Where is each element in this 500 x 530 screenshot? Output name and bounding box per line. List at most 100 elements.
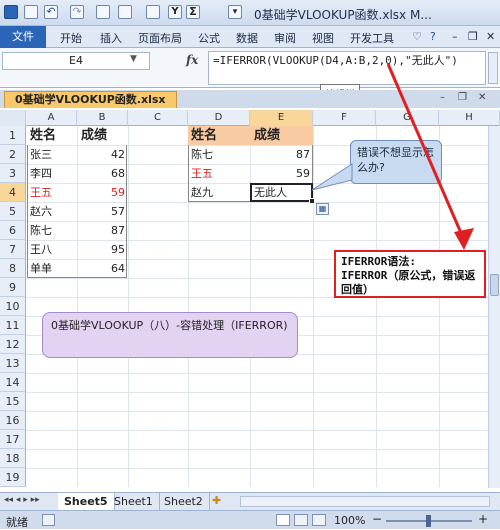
row-header[interactable]: 12 [0, 335, 26, 354]
tab-file[interactable]: 文件 [0, 26, 46, 48]
save-icon[interactable] [24, 5, 38, 19]
cell-name[interactable]: 王五 [191, 164, 213, 183]
row-header[interactable]: 11 [0, 316, 26, 335]
cell-e1[interactable]: 成绩 [254, 126, 280, 145]
row-header[interactable]: 3 [0, 164, 26, 183]
macro-record-icon[interactable] [42, 514, 55, 526]
close-icon[interactable]: ✕ [486, 30, 495, 43]
cell-score[interactable]: 68 [77, 164, 128, 183]
cell-b1[interactable]: 成绩 [81, 126, 107, 145]
row-header[interactable]: 8 [0, 259, 26, 278]
table-icon[interactable] [146, 5, 160, 19]
zoom-in-icon[interactable]: + [478, 512, 488, 526]
column-d[interactable]: D [188, 110, 250, 126]
customize-icon[interactable]: ▾ [228, 5, 242, 19]
copy-icon[interactable] [96, 5, 110, 19]
zoom-out-icon[interactable]: − [372, 512, 382, 526]
sheet-nav-icon[interactable]: ◂◂ ◂ ▸ ▸▸ [4, 495, 40, 505]
insert-function-icon[interactable]: fx [186, 53, 198, 67]
sheet-tab-sheet5[interactable]: Sheet5 [58, 493, 115, 510]
row-header[interactable]: 5 [0, 202, 26, 221]
column-f[interactable]: F [313, 110, 376, 126]
column-e[interactable]: E [250, 110, 313, 126]
row-header[interactable]: 18 [0, 449, 26, 468]
cell-score[interactable]: 57 [77, 202, 128, 221]
zoom-slider[interactable] [386, 515, 472, 527]
cell-score[interactable]: 42 [77, 145, 128, 164]
workbook-tab[interactable]: 0基础学VLOOKUP函数.xlsx [4, 91, 177, 108]
paste-options-icon[interactable]: ▦ [316, 203, 329, 215]
page-layout-view-icon[interactable] [294, 514, 308, 526]
help-icon[interactable]: ? [430, 30, 436, 43]
cell-score[interactable]: 64 [77, 259, 128, 278]
cell-score[interactable]: 59 [77, 183, 128, 202]
restore-icon[interactable]: ❐ [468, 30, 478, 43]
select-all-corner[interactable] [0, 110, 26, 126]
row-header[interactable]: 2 [0, 145, 26, 164]
row-header[interactable]: 15 [0, 392, 26, 411]
callout-pointer [311, 163, 353, 191]
row-header[interactable]: 19 [0, 468, 26, 487]
column-a[interactable]: A [26, 110, 77, 126]
syntax-title: IFERROR语法: [341, 255, 416, 268]
row-header[interactable]: 9 [0, 278, 26, 297]
cell-score[interactable]: 87 [77, 221, 128, 240]
row-header[interactable]: 10 [0, 297, 26, 316]
scroll-thumb[interactable] [490, 274, 499, 296]
tab-data[interactable]: 数据 [236, 30, 258, 46]
heart-icon[interactable]: ♡ [412, 30, 422, 43]
cell-name[interactable]: 陈七 [191, 145, 213, 164]
namebox-dropdown-icon[interactable]: ▼ [130, 54, 137, 64]
cell-name[interactable]: 赵六 [30, 202, 52, 221]
cell-name[interactable]: 张三 [30, 145, 52, 164]
tab-page-layout[interactable]: 页面布局 [138, 30, 182, 46]
red-arrow [386, 63, 474, 250]
row-header[interactable]: 7 [0, 240, 26, 259]
name-box[interactable]: E4 [2, 52, 150, 70]
row-header[interactable]: 4 [0, 183, 26, 202]
column-b[interactable]: B [77, 110, 128, 126]
normal-view-icon[interactable] [276, 514, 290, 526]
row-header[interactable]: 17 [0, 430, 26, 449]
cell-name[interactable]: 陈七 [30, 221, 52, 240]
syntax-callout: IFERROR语法: IFERROR（原公式，错误返回值） [334, 250, 486, 298]
row-header[interactable]: 16 [0, 411, 26, 430]
topic-callout: 0基础学VLOOKUP（八）-容错处理（IFERROR) [42, 312, 298, 358]
zoom-level[interactable]: 100% [334, 514, 365, 527]
vertical-scrollbar[interactable] [488, 126, 500, 488]
sheet-tab-sheet2[interactable]: Sheet2 [158, 493, 210, 510]
cell-name[interactable]: 单单 [30, 259, 52, 278]
cell-name[interactable]: 王八 [30, 240, 52, 259]
undo-icon[interactable]: ↶ [44, 5, 58, 19]
cell-name[interactable]: 李四 [30, 164, 52, 183]
cell-a1[interactable]: 姓名 [30, 126, 56, 145]
row-header[interactable]: 6 [0, 221, 26, 240]
row-header[interactable]: 14 [0, 373, 26, 392]
tab-home[interactable]: 开始 [60, 30, 82, 46]
tab-insert[interactable]: 插入 [100, 30, 122, 46]
minimize-icon[interactable]: – [452, 30, 458, 43]
gridline [26, 411, 500, 412]
redo-icon[interactable]: ↷ [70, 5, 84, 19]
window-title: 0基础学VLOOKUP函数.xlsx M... [254, 8, 432, 22]
cell-score[interactable]: 95 [77, 240, 128, 259]
tab-formulas[interactable]: 公式 [198, 30, 220, 46]
filter-icon[interactable]: Y [168, 5, 182, 19]
tab-view[interactable]: 视图 [312, 30, 334, 46]
insert-sheet-icon[interactable]: ✚ [212, 494, 221, 507]
status-ready: 就绪 [6, 516, 28, 529]
format-icon[interactable] [118, 5, 132, 19]
zoom-slider-thumb[interactable] [426, 515, 431, 527]
page-break-view-icon[interactable] [312, 514, 326, 526]
tab-review[interactable]: 审阅 [274, 30, 296, 46]
row-header[interactable]: 13 [0, 354, 26, 373]
cell-name[interactable]: 王五 [30, 183, 52, 202]
row-header[interactable]: 1 [0, 126, 26, 145]
column-c[interactable]: C [128, 110, 188, 126]
sheet-tab-sheet1[interactable]: Sheet1 [108, 493, 160, 510]
cell-name[interactable]: 赵九 [191, 183, 213, 202]
horizontal-scrollbar[interactable] [240, 496, 490, 507]
tab-developer[interactable]: 开发工具 [350, 30, 394, 46]
sum-icon[interactable]: Σ [186, 5, 200, 19]
cell-d1[interactable]: 姓名 [191, 126, 217, 145]
